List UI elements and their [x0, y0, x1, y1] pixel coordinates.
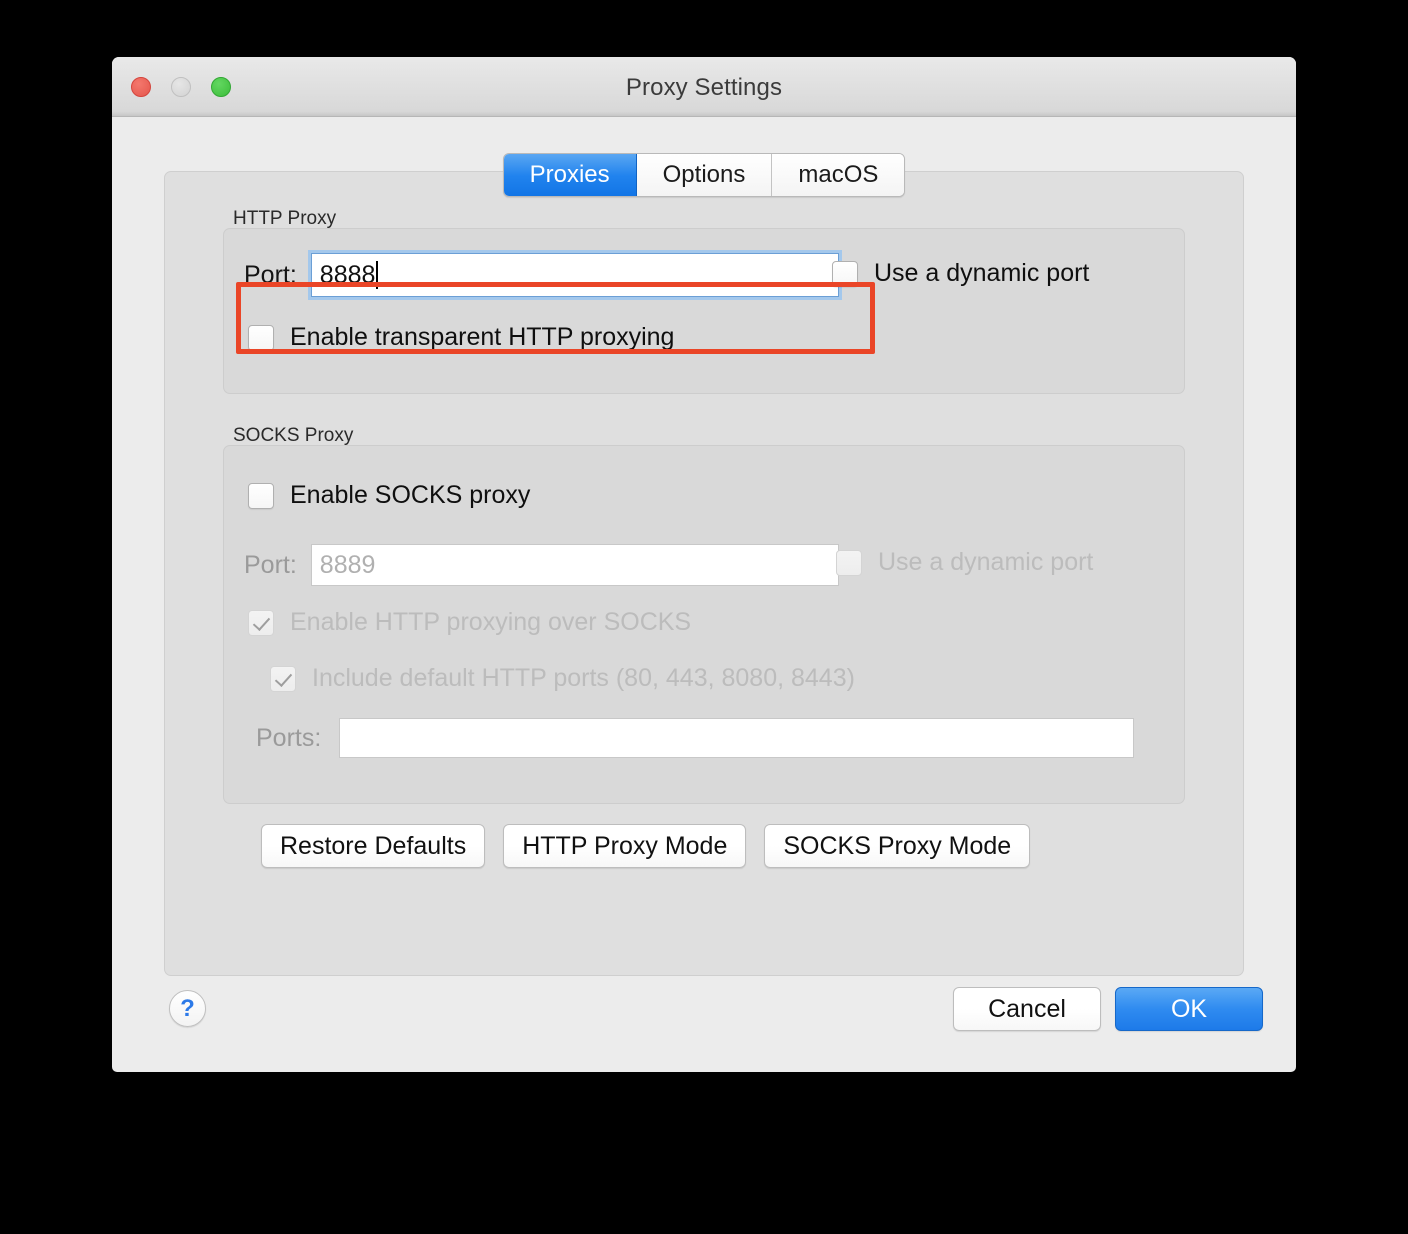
- socks-default-ports-checkbox[interactable]: [270, 665, 296, 692]
- socks-ports-row: Ports:: [256, 718, 1135, 758]
- http-proxy-mode-button[interactable]: HTTP Proxy Mode: [503, 824, 747, 868]
- socks-port-value: 8889: [319, 550, 376, 579]
- http-transparent-row[interactable]: Enable transparent HTTP proxying: [248, 323, 674, 352]
- socks-proxy-groupbox: Enable SOCKS proxy Port: 8889 Use a dyna…: [223, 445, 1185, 804]
- http-transparent-checkbox[interactable]: [248, 324, 274, 351]
- http-port-input[interactable]: 8888: [307, 250, 842, 300]
- socks-dynamic-port-label: Use a dynamic port: [878, 548, 1094, 576]
- socks-default-ports-label: Include default HTTP ports (80, 443, 808…: [312, 664, 855, 692]
- proxies-tab-panel: HTTP Proxy Port: 8888 Use a dynamic port…: [164, 171, 1244, 976]
- socks-port-input[interactable]: 8889: [310, 544, 839, 586]
- cancel-button[interactable]: Cancel: [953, 987, 1101, 1031]
- proxy-settings-window: Proxy Settings HTTP Proxy Port: 8888 Use…: [112, 57, 1296, 1072]
- socks-http-over-socks-label: Enable HTTP proxying over SOCKS: [290, 608, 692, 636]
- socks-enable-checkbox[interactable]: [248, 482, 274, 509]
- footer-button-row: Cancel OK: [953, 987, 1263, 1031]
- http-dynamic-port-checkbox[interactable]: [832, 260, 858, 287]
- mode-button-row: Restore Defaults HTTP Proxy Mode SOCKS P…: [261, 824, 1031, 868]
- window-title: Proxy Settings: [625, 74, 783, 101]
- socks-enable-label: Enable SOCKS proxy: [290, 481, 531, 509]
- http-port-value: 8888: [319, 260, 376, 289]
- tab-options[interactable]: Options: [636, 154, 773, 196]
- socks-port-row: Port: 8889: [244, 544, 839, 586]
- http-dynamic-port-row[interactable]: Use a dynamic port: [832, 259, 1089, 288]
- socks-http-over-socks-row[interactable]: Enable HTTP proxying over SOCKS: [248, 608, 691, 637]
- http-transparent-label: Enable transparent HTTP proxying: [290, 323, 675, 351]
- tab-macos[interactable]: macOS: [772, 154, 905, 196]
- socks-dynamic-port-row[interactable]: Use a dynamic port: [836, 548, 1093, 577]
- tab-bar: Proxies Options macOS: [112, 153, 1296, 197]
- socks-ports-label: Ports:: [256, 723, 322, 752]
- socks-enable-row[interactable]: Enable SOCKS proxy: [248, 481, 530, 510]
- http-proxy-port-row: Port: 8888: [244, 250, 842, 300]
- http-port-label: Port:: [244, 260, 297, 289]
- socks-proxy-mode-button[interactable]: SOCKS Proxy Mode: [764, 824, 1031, 868]
- window-titlebar[interactable]: Proxy Settings: [112, 57, 1296, 117]
- socks-port-label: Port:: [244, 550, 297, 579]
- http-proxy-groupbox: Port: 8888 Use a dynamic port Enable tra…: [223, 228, 1185, 394]
- socks-proxy-group-label: SOCKS Proxy: [233, 425, 354, 446]
- ok-button[interactable]: OK: [1115, 987, 1263, 1031]
- socks-http-over-socks-checkbox[interactable]: [248, 609, 274, 636]
- tab-proxies[interactable]: Proxies: [503, 154, 637, 196]
- help-button[interactable]: ?: [169, 990, 206, 1027]
- text-caret: [376, 261, 379, 289]
- http-proxy-group-label: HTTP Proxy: [233, 208, 337, 229]
- socks-dynamic-port-checkbox[interactable]: [836, 549, 862, 576]
- socks-ports-input[interactable]: [339, 718, 1135, 758]
- restore-defaults-button[interactable]: Restore Defaults: [261, 824, 486, 868]
- socks-default-ports-row[interactable]: Include default HTTP ports (80, 443, 808…: [270, 664, 855, 693]
- http-dynamic-port-label: Use a dynamic port: [874, 259, 1090, 287]
